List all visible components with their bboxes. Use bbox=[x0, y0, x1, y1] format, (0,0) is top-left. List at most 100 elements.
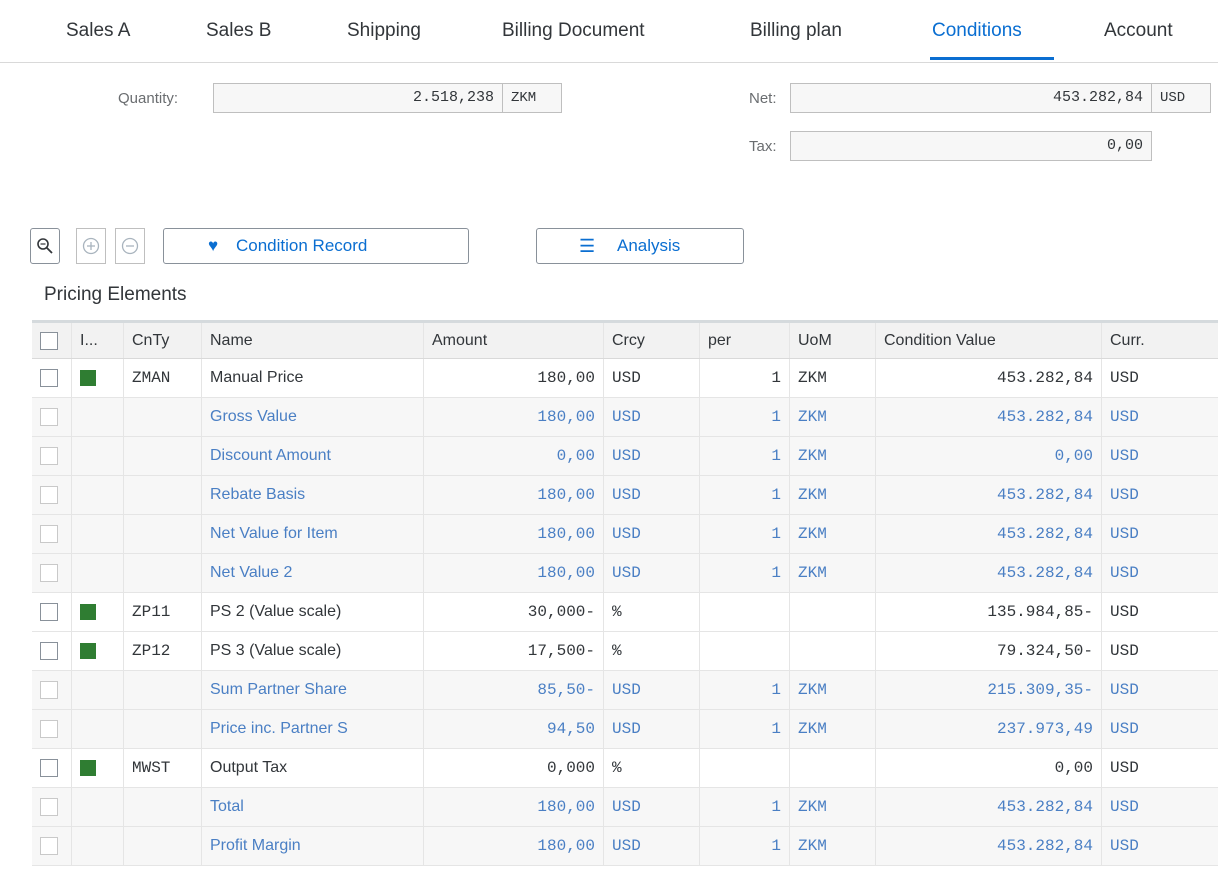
name-cell: Gross Value bbox=[202, 398, 424, 436]
name-cell: Net Value for Item bbox=[202, 515, 424, 553]
status-square-icon bbox=[80, 370, 96, 386]
table-row[interactable]: MWST Output Tax 0,000% 0,00 USD bbox=[32, 749, 1218, 788]
table-row[interactable]: ZP11 PS 2 (Value scale) 30,000-% 135.984,85… bbox=[32, 593, 1218, 632]
table-row[interactable]: Total 180,00 USD 1 ZKM 453.282,84 USD bbox=[32, 788, 1218, 827]
inactive-cell bbox=[72, 593, 124, 631]
col-curr-header[interactable]: Curr. bbox=[1102, 323, 1218, 358]
row-checkbox[interactable] bbox=[40, 642, 58, 660]
row-select-cell bbox=[32, 437, 72, 475]
inactive-cell bbox=[72, 749, 124, 787]
tax-value-field[interactable]: 0,00 bbox=[790, 131, 1152, 161]
per-cell: 1 bbox=[700, 788, 790, 826]
row-checkbox[interactable] bbox=[40, 798, 58, 816]
quantity-field[interactable]: 2.518,238 bbox=[213, 83, 503, 113]
row-checkbox[interactable] bbox=[40, 408, 58, 426]
analysis-button[interactable]: ☰ Analysis bbox=[536, 228, 744, 264]
table-row[interactable]: Gross Value 180,00 USD 1 ZKM 453.282,84 USD bbox=[32, 398, 1218, 437]
table-row[interactable]: ZP12 PS 3 (Value scale) 17,500-% 79.324,50-… bbox=[32, 632, 1218, 671]
per-cell: 1 bbox=[700, 359, 790, 397]
inactive-cell bbox=[72, 437, 124, 475]
expand-button[interactable] bbox=[76, 228, 106, 264]
table-row[interactable]: Net Value for Item 180,00 USD 1 ZKM 453.282,8… bbox=[32, 515, 1218, 554]
uom-cell bbox=[790, 632, 876, 670]
row-checkbox[interactable] bbox=[40, 603, 58, 621]
crcy-cell: USD bbox=[604, 437, 700, 475]
crcy-cell: USD bbox=[604, 359, 700, 397]
crcy-cell: USD bbox=[604, 788, 700, 826]
tab-account[interactable]: Account bbox=[1104, 20, 1173, 42]
collapse-button[interactable] bbox=[115, 228, 145, 264]
curr-cell: USD bbox=[1110, 798, 1139, 816]
row-checkbox[interactable] bbox=[40, 486, 58, 504]
row-select-cell bbox=[32, 671, 72, 709]
tab-shipping[interactable]: Shipping bbox=[347, 20, 421, 42]
row-checkbox[interactable] bbox=[40, 447, 58, 465]
cnty-cell bbox=[124, 554, 202, 592]
cnty-cell: ZMAN bbox=[124, 359, 202, 397]
row-checkbox[interactable] bbox=[40, 720, 58, 738]
curr-cell: USD bbox=[1110, 759, 1139, 777]
row-checkbox[interactable] bbox=[40, 564, 58, 582]
tab-sales-b[interactable]: Sales B bbox=[206, 20, 271, 42]
name-cell: Rebate Basis bbox=[202, 476, 424, 514]
row-select-cell bbox=[32, 398, 72, 436]
curr-cell: USD bbox=[1110, 408, 1139, 426]
row-select-cell bbox=[32, 554, 72, 592]
crcy-cell: USD bbox=[604, 710, 700, 748]
amount-cell: 180,00 bbox=[424, 515, 604, 553]
name-cell: Manual Price bbox=[202, 359, 424, 397]
crcy-cell: USD bbox=[604, 398, 700, 436]
tab-sales-a[interactable]: Sales A bbox=[66, 20, 130, 42]
col-inactive-header[interactable]: I... bbox=[72, 323, 124, 358]
tab-billing-document[interactable]: Billing Document bbox=[502, 20, 645, 42]
col-condition-value-header[interactable]: Condition Value bbox=[876, 323, 1102, 358]
crcy-cell: USD bbox=[604, 671, 700, 709]
table-row[interactable]: Price inc. Partner S 94,50 USD 1 ZKM 237.973,… bbox=[32, 710, 1218, 749]
col-amount-header[interactable]: Amount bbox=[424, 323, 604, 358]
col-crcy-header[interactable]: Crcy bbox=[604, 323, 700, 358]
row-checkbox[interactable] bbox=[40, 759, 58, 777]
col-cnty-header[interactable]: CnTy bbox=[124, 323, 202, 358]
row-checkbox[interactable] bbox=[40, 369, 58, 387]
select-all-checkbox[interactable] bbox=[40, 331, 58, 350]
table-row[interactable]: Sum Partner Share 85,50- USD 1 ZKM 215.309,35… bbox=[32, 671, 1218, 710]
zoom-detail-button[interactable] bbox=[30, 228, 60, 264]
condition-value-cell: 0,00 bbox=[876, 749, 1102, 787]
col-uom-header[interactable]: UoM bbox=[790, 323, 876, 358]
uom-cell bbox=[790, 593, 876, 631]
list-icon: ☰ bbox=[579, 236, 596, 256]
table-row[interactable]: ZMAN Manual Price 180,00 USD 1 ZKM 453.282,84 U… bbox=[32, 359, 1218, 398]
table-row[interactable]: Discount Amount 0,00 USD 1 ZKM 0,00 USD bbox=[32, 437, 1218, 476]
uom-cell: ZKM bbox=[790, 359, 876, 397]
col-per-header[interactable]: per bbox=[700, 323, 790, 358]
row-checkbox[interactable] bbox=[40, 837, 58, 855]
crcy-cell: % bbox=[604, 632, 700, 670]
table-row[interactable]: Net Value 2 180,00 USD 1 ZKM 453.282,84 USD bbox=[32, 554, 1218, 593]
quantity-unit-field[interactable]: ZKM bbox=[502, 83, 562, 113]
inactive-cell bbox=[72, 515, 124, 553]
per-cell: 1 bbox=[700, 827, 790, 865]
table-row[interactable]: Rebate Basis 180,00 USD 1 ZKM 453.282,84 USD bbox=[32, 476, 1218, 515]
amount-cell: 180,00 bbox=[424, 554, 604, 592]
table-row[interactable]: Profit Margin 180,00 USD 1 ZKM 453.282,84 USD bbox=[32, 827, 1218, 866]
tab-conditions[interactable]: Conditions bbox=[932, 20, 1022, 42]
row-select-cell bbox=[32, 515, 72, 553]
per-cell bbox=[700, 593, 790, 631]
row-checkbox[interactable] bbox=[40, 681, 58, 699]
crcy-cell: USD bbox=[604, 827, 700, 865]
col-name-header[interactable]: Name bbox=[202, 323, 424, 358]
net-value-field[interactable]: 453.282,84 bbox=[790, 83, 1152, 113]
amount-cell: 0,00 bbox=[424, 437, 604, 475]
condition-record-button[interactable]: ♥︎ Condition Record bbox=[163, 228, 469, 264]
tab-billing-plan[interactable]: Billing plan bbox=[750, 20, 842, 42]
condition-value-cell: 453.282,84 bbox=[876, 359, 1102, 397]
uom-cell bbox=[790, 749, 876, 787]
cnty-cell bbox=[124, 710, 202, 748]
inactive-cell bbox=[72, 671, 124, 709]
row-select-cell bbox=[32, 359, 72, 397]
row-checkbox[interactable] bbox=[40, 525, 58, 543]
per-cell: 1 bbox=[700, 515, 790, 553]
net-currency-field[interactable]: USD bbox=[1151, 83, 1211, 113]
inactive-cell bbox=[72, 398, 124, 436]
uom-cell: ZKM bbox=[790, 398, 876, 436]
